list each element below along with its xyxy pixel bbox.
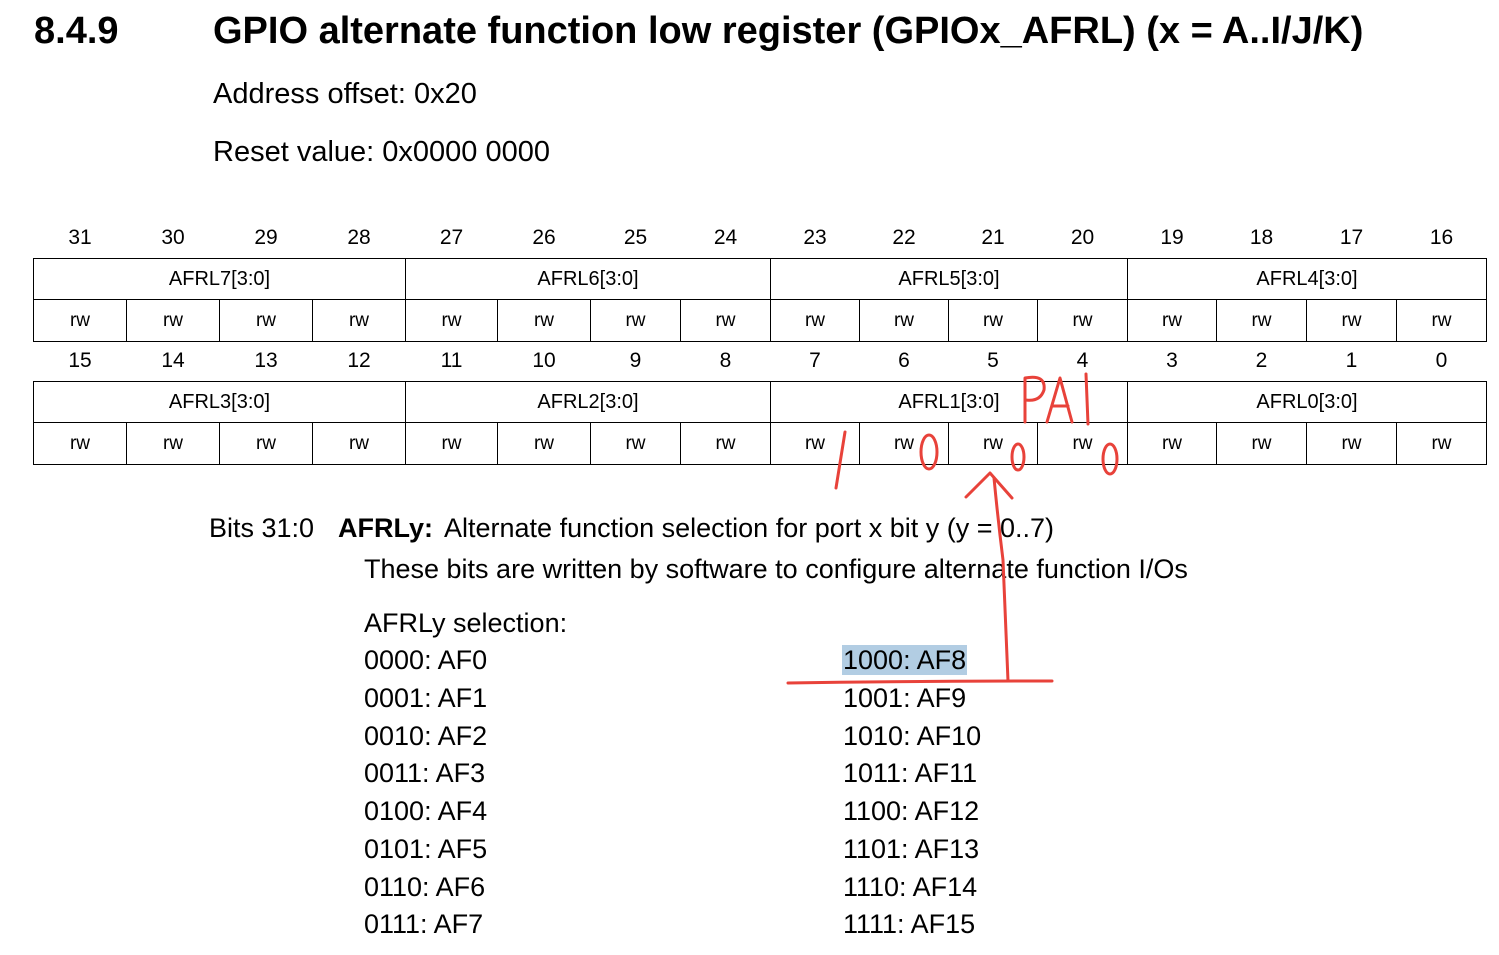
written-bit-values	[834, 430, 1119, 490]
handwritten-annotation-layer	[786, 372, 1119, 685]
pin-label-handwriting	[1023, 372, 1090, 426]
ink-strokes	[786, 372, 1119, 685]
arrow-annotation	[786, 471, 1054, 685]
